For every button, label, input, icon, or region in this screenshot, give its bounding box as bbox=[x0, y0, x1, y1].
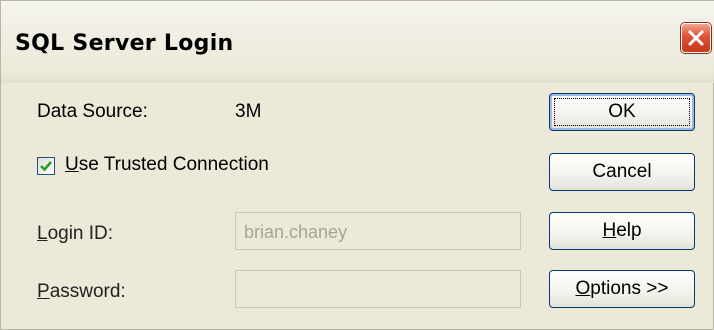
help-button-mnemonic: H bbox=[602, 220, 617, 241]
password-field[interactable] bbox=[235, 270, 521, 308]
cancel-button-label: Cancel bbox=[592, 161, 652, 182]
password-label: Password: bbox=[37, 281, 126, 303]
title-bar[interactable]: SQL Server Login bbox=[1, 1, 714, 83]
checkmark-icon bbox=[40, 161, 52, 172]
sql-server-login-dialog: SQL Server Login Data Source: 3M Use Tru… bbox=[0, 0, 714, 330]
options-button-mnemonic: O bbox=[575, 278, 591, 299]
data-source-label: Data Source: bbox=[37, 101, 148, 122]
ok-button-label: OK bbox=[608, 101, 636, 122]
login-id-mnemonic: L bbox=[37, 223, 48, 244]
password-mnemonic: P bbox=[37, 281, 50, 302]
window-title: SQL Server Login bbox=[15, 31, 234, 56]
trusted-connection-mnemonic: U bbox=[65, 154, 79, 175]
trusted-connection-checkbox[interactable] bbox=[37, 157, 55, 175]
ok-button[interactable]: OK bbox=[549, 93, 695, 131]
options-button[interactable]: Options >> bbox=[549, 270, 695, 308]
trusted-connection-label[interactable]: Use Trusted Connection bbox=[65, 154, 269, 176]
close-button[interactable] bbox=[681, 23, 711, 53]
password-label-text: assword: bbox=[49, 281, 126, 302]
trusted-connection-label-text: se Trusted Connection bbox=[78, 154, 269, 175]
login-id-value: brian.chaney bbox=[244, 222, 348, 242]
cancel-button[interactable]: Cancel bbox=[549, 153, 695, 191]
data-source-value: 3M bbox=[235, 101, 262, 122]
options-button-label: ptions >> bbox=[590, 278, 669, 299]
login-id-field[interactable]: brian.chaney bbox=[235, 212, 521, 250]
login-id-label: Login ID: bbox=[37, 223, 113, 245]
help-button[interactable]: Help bbox=[549, 212, 695, 250]
login-id-label-text: ogin ID: bbox=[47, 223, 114, 244]
close-icon bbox=[688, 30, 704, 46]
help-button-label: elp bbox=[616, 220, 642, 241]
